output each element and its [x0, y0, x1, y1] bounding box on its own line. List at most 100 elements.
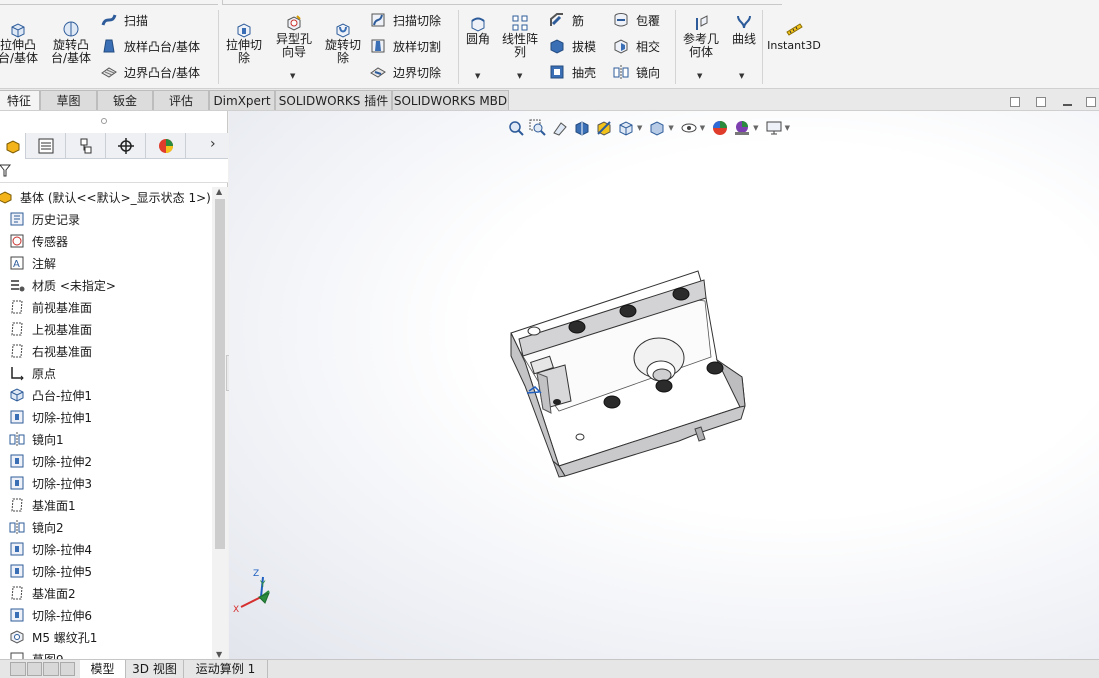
tree-item[interactable]: 切除-拉伸2 — [8, 451, 92, 471]
tab-model[interactable]: 模型 — [80, 660, 126, 678]
tree-item[interactable]: 草图9 — [8, 649, 64, 659]
minimize-icon[interactable] — [1063, 104, 1072, 106]
display-style-dropdown[interactable]: ▼ — [668, 124, 673, 132]
sketch-icon — [8, 650, 26, 659]
draft-button[interactable]: 拔模 — [548, 37, 596, 55]
boundary-cut-button[interactable]: 边界切除 — [369, 63, 441, 81]
fillet-dropdown[interactable]: ▼ — [475, 72, 480, 80]
zoom-to-fit-icon[interactable] — [505, 118, 527, 138]
tree-item[interactable]: 切除-拉伸4 — [8, 539, 92, 559]
tree-filter-bar[interactable] — [0, 159, 228, 183]
intersect-button[interactable]: 相交 — [612, 37, 660, 55]
window-next-icon[interactable] — [1036, 97, 1046, 107]
section-view-icon[interactable] — [571, 118, 593, 138]
tree-item[interactable]: 切除-拉伸3 — [8, 473, 92, 493]
loft-boss-button[interactable]: 放样凸台/基体 — [100, 37, 200, 55]
tree-root-part[interactable]: 基体 (默认<<默认>_显示状态 1>) — [0, 187, 211, 207]
window-prev-icon[interactable] — [1010, 97, 1020, 107]
zoom-to-area-icon[interactable] — [527, 118, 549, 138]
graphics-area[interactable]: ▼ ▼ ▼ ▼ ▼ Z Y X — [229, 111, 1099, 659]
tree-item[interactable]: 基准面1 — [8, 495, 76, 515]
tab-sketch[interactable]: 草图 — [40, 90, 97, 110]
linear-pattern-dropdown[interactable]: ▼ — [517, 72, 522, 80]
view-settings-icon[interactable] — [763, 118, 785, 138]
tree-item[interactable]: 镜向1 — [8, 429, 64, 449]
hide-show-dropdown[interactable]: ▼ — [700, 124, 705, 132]
feature-manager-panel: › 基体 (默认<<默认>_显示状态 1>) 历史记录 传感器 A 注解 材质 <未指定… — [0, 111, 228, 659]
tab-motion-study-1[interactable]: 运动算例 1 — [184, 660, 268, 678]
tree-item[interactable]: M5 螺纹孔1 — [8, 627, 97, 647]
extrude-boss-button[interactable]: 拉伸凸 台/基体 — [0, 20, 40, 65]
feature-manager-tab[interactable] — [0, 133, 26, 159]
tree-item-label: 切除-拉伸3 — [32, 476, 92, 491]
panel-tabs: › — [0, 133, 228, 159]
tree-item[interactable]: 凸台-拉伸1 — [8, 385, 92, 405]
tree-scroll-thumb[interactable] — [215, 199, 225, 549]
shell-button[interactable]: 抽壳 — [548, 63, 596, 81]
previous-view-icon[interactable] — [549, 118, 571, 138]
wrap-button[interactable]: 包覆 — [612, 11, 660, 29]
tree-item[interactable]: 右视基准面 — [8, 341, 92, 361]
sweep-cut-button[interactable]: 扫描切除 — [369, 11, 441, 29]
reference-geometry-dropdown[interactable]: ▼ — [697, 72, 702, 80]
tab-solidworks-mbd[interactable]: SOLIDWORKS MBD — [392, 90, 509, 110]
apply-scene-dropdown[interactable]: ▼ — [753, 124, 758, 132]
instant3d-button[interactable]: Instant3D — [766, 20, 822, 52]
tab-solidworks-addins[interactable]: SOLIDWORKS 插件 — [275, 90, 392, 110]
reference-geometry-button[interactable]: 参考几 何体 — [679, 14, 723, 59]
display-manager-tab[interactable] — [146, 133, 186, 159]
display-style-icon[interactable] — [646, 118, 668, 138]
dimxpert-manager-tab[interactable] — [106, 133, 146, 159]
tree-item[interactable]: A 注解 — [8, 253, 56, 273]
tree-scrollbar[interactable]: ▲ ▼ — [212, 187, 228, 659]
tab-features[interactable]: 特征 — [0, 90, 40, 110]
tree-item[interactable]: 传感器 — [8, 231, 68, 251]
hide-show-items-icon[interactable] — [678, 118, 700, 138]
tab-sheet-metal[interactable]: 钣金 — [97, 90, 153, 110]
restore-icon[interactable] — [1086, 97, 1096, 107]
linear-pattern-button[interactable]: 线性阵 列 — [498, 14, 542, 59]
rib-button[interactable]: 筋 — [548, 11, 584, 29]
view-settings-dropdown[interactable]: ▼ — [785, 124, 790, 132]
mirror-button[interactable]: 镜向 — [612, 63, 660, 81]
tab-3d-view[interactable]: 3D 视图 — [126, 660, 184, 678]
tab-evaluate[interactable]: 评估 — [153, 90, 209, 110]
revolve-cut-button[interactable]: 旋转切 除 — [320, 20, 366, 65]
tab-scroll-buttons[interactable] — [10, 662, 76, 676]
tree-item[interactable]: 切除-拉伸6 — [8, 605, 92, 625]
tree-item[interactable]: 历史记录 — [8, 209, 80, 229]
tree-item[interactable]: 上视基准面 — [8, 319, 92, 339]
dynamic-annotation-icon[interactable] — [593, 118, 615, 138]
apply-scene-icon[interactable] — [731, 118, 753, 138]
shell-icon — [548, 63, 566, 81]
hole-wizard-dropdown[interactable]: ▼ — [290, 72, 295, 80]
view-orientation-icon[interactable] — [615, 118, 637, 138]
tree-item[interactable]: 材质 <未指定> — [8, 275, 116, 295]
tree-item[interactable]: 前视基准面 — [8, 297, 92, 317]
hole-wizard-button[interactable]: 异型孔 向导 — [272, 14, 316, 59]
configuration-manager-tab[interactable] — [66, 133, 106, 159]
tree-item[interactable]: 基准面2 — [8, 583, 76, 603]
tree-item[interactable]: 原点 — [8, 363, 56, 383]
curves-dropdown[interactable]: ▼ — [739, 72, 744, 80]
view-orientation-dropdown[interactable]: ▼ — [637, 124, 642, 132]
extrude-cut-button[interactable]: 拉伸切 除 — [222, 20, 266, 65]
loft-cut-button[interactable]: 放样切割 — [369, 37, 441, 55]
property-manager-tab[interactable] — [26, 133, 66, 159]
tree-item[interactable]: 镜向2 — [8, 517, 64, 537]
tree-item[interactable]: 切除-拉伸5 — [8, 561, 92, 581]
hole-icon — [8, 628, 26, 646]
sweep-button[interactable]: 扫描 — [100, 11, 148, 29]
chevron-right-icon[interactable]: › — [210, 136, 216, 152]
material-icon — [8, 276, 26, 294]
edit-appearance-icon[interactable] — [709, 118, 731, 138]
tree-item[interactable]: 切除-拉伸1 — [8, 407, 92, 427]
panel-grip-icon[interactable] — [101, 118, 107, 124]
fillet-button[interactable]: 圆角 — [462, 14, 494, 46]
tree-item-label: 切除-拉伸5 — [32, 564, 92, 579]
revolve-boss-button[interactable]: 旋转凸 台/基体 — [48, 20, 94, 65]
part-model-3d[interactable] — [499, 261, 759, 481]
boundary-boss-button[interactable]: 边界凸台/基体 — [100, 63, 200, 81]
tab-dimxpert[interactable]: DimXpert — [209, 90, 275, 110]
curves-button[interactable]: 曲线 — [728, 14, 760, 46]
